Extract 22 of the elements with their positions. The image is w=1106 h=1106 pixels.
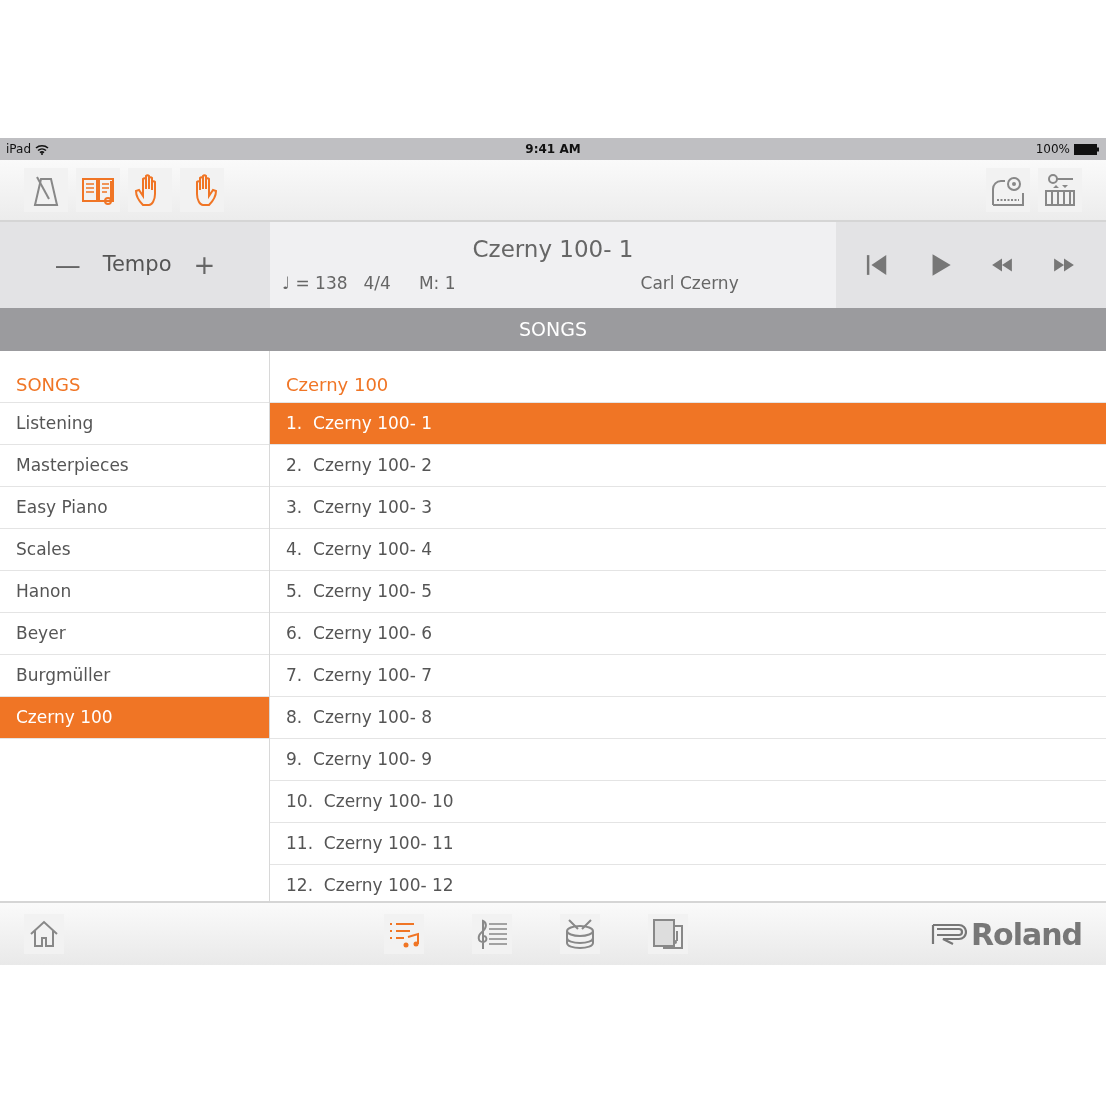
tempo-value: ♩ = 138: [282, 271, 348, 295]
guitar-keyboard-icon: [1043, 173, 1077, 207]
composer-name: Carl Czerny: [640, 271, 739, 295]
wifi-icon: [35, 143, 49, 155]
battery-icon: [1074, 143, 1100, 155]
tempo-increase-button[interactable]: +: [187, 245, 222, 285]
clock-time: 9:41 AM: [525, 142, 581, 156]
time-signature: 4/4: [363, 271, 391, 295]
brand-mark-icon: [930, 923, 967, 945]
brand-logo: Roland: [970, 915, 1082, 954]
song-title: Czerny 100- 1: [472, 236, 634, 262]
section-title: SONGS: [519, 317, 587, 343]
measure-number: M: 1: [418, 271, 456, 295]
tempo-label: Tempo: [102, 251, 172, 279]
card-note-icon: [651, 917, 685, 951]
drum-icon: [563, 917, 597, 951]
tempo-decrease-button[interactable]: —: [48, 245, 87, 285]
list-heading: SONGS: [16, 374, 81, 395]
device-name: iPad: [6, 141, 31, 158]
treble-staff-icon: [475, 917, 509, 951]
list-heading: Czerny 100: [286, 374, 389, 395]
battery-percent: 100%: [1035, 141, 1070, 158]
